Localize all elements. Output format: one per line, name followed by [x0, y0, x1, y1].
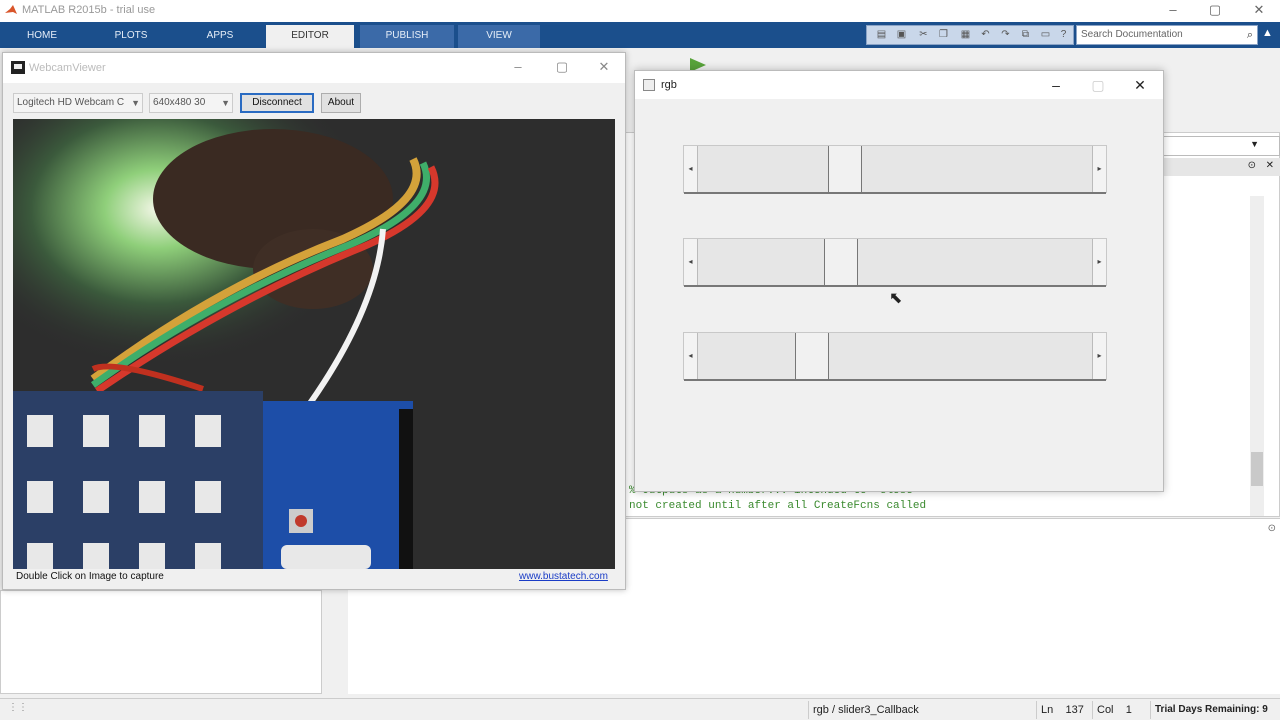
slider-right-arrow-icon[interactable]: ▸ [1092, 146, 1106, 192]
slider-left-arrow-icon[interactable]: ◂ [684, 239, 698, 285]
editor-path-dropdown[interactable]: ▼ [1160, 136, 1280, 156]
minimize-icon[interactable]: – [1162, 2, 1184, 18]
matlab-logo-icon [5, 5, 17, 14]
trial-days-remaining: Trial Days Remaining: 9 [1150, 701, 1280, 719]
maximize-icon[interactable]: ▢ [1087, 76, 1109, 94]
status-menu-icon[interactable]: ⋮⋮ [8, 702, 28, 713]
slider-thumb[interactable] [795, 333, 829, 379]
save-icon[interactable]: ▣ [895, 29, 908, 41]
resolution-select-value: 640x480 30 [153, 97, 206, 108]
status-line: Ln 137 [1036, 701, 1096, 719]
search-documentation-input[interactable]: Search Documentation ⌕ [1076, 25, 1258, 45]
close-icon[interactable]: ✕ [1248, 2, 1270, 18]
redo-icon[interactable]: ↷ [999, 29, 1012, 41]
chevron-down-icon: ▼ [221, 98, 230, 108]
cut-icon[interactable]: ✂ [917, 29, 930, 41]
status-callback: rgb / slider3_Callback [808, 701, 1034, 719]
slider-thumb[interactable] [828, 146, 862, 192]
help-icon[interactable]: ? [1057, 29, 1070, 41]
undo-icon[interactable]: ↶ [979, 29, 992, 41]
status-column: Col 1 [1092, 701, 1148, 719]
editor-tab-strip: ⊙ ✕ [1160, 158, 1280, 176]
panel-options-icon[interactable]: ⊙ [1248, 160, 1256, 171]
minimize-icon[interactable]: – [509, 59, 527, 75]
col-label: Col [1097, 704, 1114, 716]
camera-select[interactable]: Logitech HD Webcam C ▼ [13, 93, 143, 113]
webcam-viewer-title-bar: WebcamViewer – ▢ ✕ [3, 53, 625, 83]
slider-edge [684, 379, 1106, 381]
rgb-window-title: rgb [661, 79, 677, 91]
maximize-icon[interactable]: ▢ [553, 59, 571, 75]
webcam-preview-image[interactable] [13, 119, 615, 569]
webcam-viewer-window: WebcamViewer – ▢ ✕ Logitech HD Webcam C … [2, 52, 626, 590]
tab-apps[interactable]: APPS [180, 25, 260, 48]
mouse-cursor-icon: ⬉ [889, 290, 903, 307]
line-value: 137 [1065, 704, 1084, 716]
quick-access-toolbar: ▤ ▣ ✂ ❐ ▦ ↶ ↷ ⧉ ▭ ? [866, 25, 1074, 45]
webcam-viewer-title: WebcamViewer [29, 62, 106, 74]
slider-right-arrow-icon[interactable]: ▸ [1092, 333, 1106, 379]
tab-publish[interactable]: PUBLISH [360, 25, 454, 48]
close-icon[interactable]: ✕ [1129, 76, 1151, 94]
capture-hint: Double Click on Image to capture [16, 571, 164, 582]
slider-right-arrow-icon[interactable]: ▸ [1092, 239, 1106, 285]
search-placeholder: Search Documentation [1081, 29, 1183, 40]
slider-left-arrow-icon[interactable]: ◂ [684, 333, 698, 379]
chevron-down-icon: ▼ [131, 98, 140, 108]
search-icon[interactable]: ⌕ [1247, 26, 1253, 44]
expand-ribbon-icon[interactable]: ▲ [1262, 27, 1273, 39]
chevron-down-icon[interactable]: ▼ [1250, 139, 1259, 149]
tab-editor[interactable]: EDITOR [266, 25, 354, 48]
new-file-icon[interactable]: ▤ [875, 29, 888, 41]
website-link[interactable]: www.bustatech.com [519, 571, 608, 582]
resolution-select[interactable]: 640x480 30 ▼ [149, 93, 233, 113]
tab-home[interactable]: HOME [4, 25, 80, 48]
close-editor-icon[interactable]: ✕ [1266, 160, 1274, 171]
slider-edge [684, 192, 1106, 194]
rgb-figure-window: rgb – ▢ ✕ ◂ ▸ ◂ ▸ ◂ ▸ [634, 70, 1164, 492]
webcam-frame [13, 119, 615, 569]
minimize-icon[interactable]: – [1045, 76, 1067, 94]
code-line: not created until after all CreateFcns c… [629, 500, 927, 512]
status-bar: ⋮⋮ rgb / slider3_Callback Ln 137 Col 1 T… [0, 698, 1280, 720]
matlab-window-title: MATLAB R2015b - trial use [22, 4, 156, 16]
paste-icon[interactable]: ▦ [959, 29, 972, 41]
maximize-icon[interactable]: ▢ [1204, 2, 1226, 18]
figure-icon [643, 79, 655, 91]
about-button[interactable]: About [321, 93, 361, 113]
ribbon-tabs: HOME PLOTS APPS EDITOR PUBLISH VIEW ▤ ▣ … [0, 22, 1280, 48]
line-label: Ln [1041, 704, 1054, 716]
slider-1[interactable]: ◂ ▸ [683, 145, 1107, 194]
slider-3[interactable]: ◂ ▸ [683, 332, 1107, 381]
disconnect-button[interactable]: Disconnect [240, 93, 314, 113]
rgb-title-bar: rgb – ▢ ✕ [635, 71, 1163, 99]
tab-plots[interactable]: PLOTS [88, 25, 174, 48]
slider-edge [684, 285, 1106, 287]
figure-icon [11, 61, 25, 74]
slider-left-arrow-icon[interactable]: ◂ [684, 146, 698, 192]
close-icon[interactable]: ✕ [595, 59, 613, 75]
editor-scrollbar-thumb[interactable] [1251, 452, 1263, 486]
copy-icon[interactable]: ❐ [937, 29, 950, 41]
slider-2[interactable]: ◂ ▸ [683, 238, 1107, 287]
matlab-title-bar: MATLAB R2015b - trial use – ▢ ✕ [0, 0, 1280, 22]
camera-select-value: Logitech HD Webcam C [17, 97, 125, 108]
command-window-options-icon[interactable]: ⊙ [1268, 523, 1276, 534]
layout-icon[interactable]: ▭ [1039, 29, 1052, 41]
slider-thumb[interactable] [824, 239, 858, 285]
workspace-panel[interactable] [0, 590, 322, 694]
col-value: 1 [1125, 704, 1132, 716]
switch-windows-icon[interactable]: ⧉ [1019, 29, 1032, 41]
tab-view[interactable]: VIEW [458, 25, 540, 48]
